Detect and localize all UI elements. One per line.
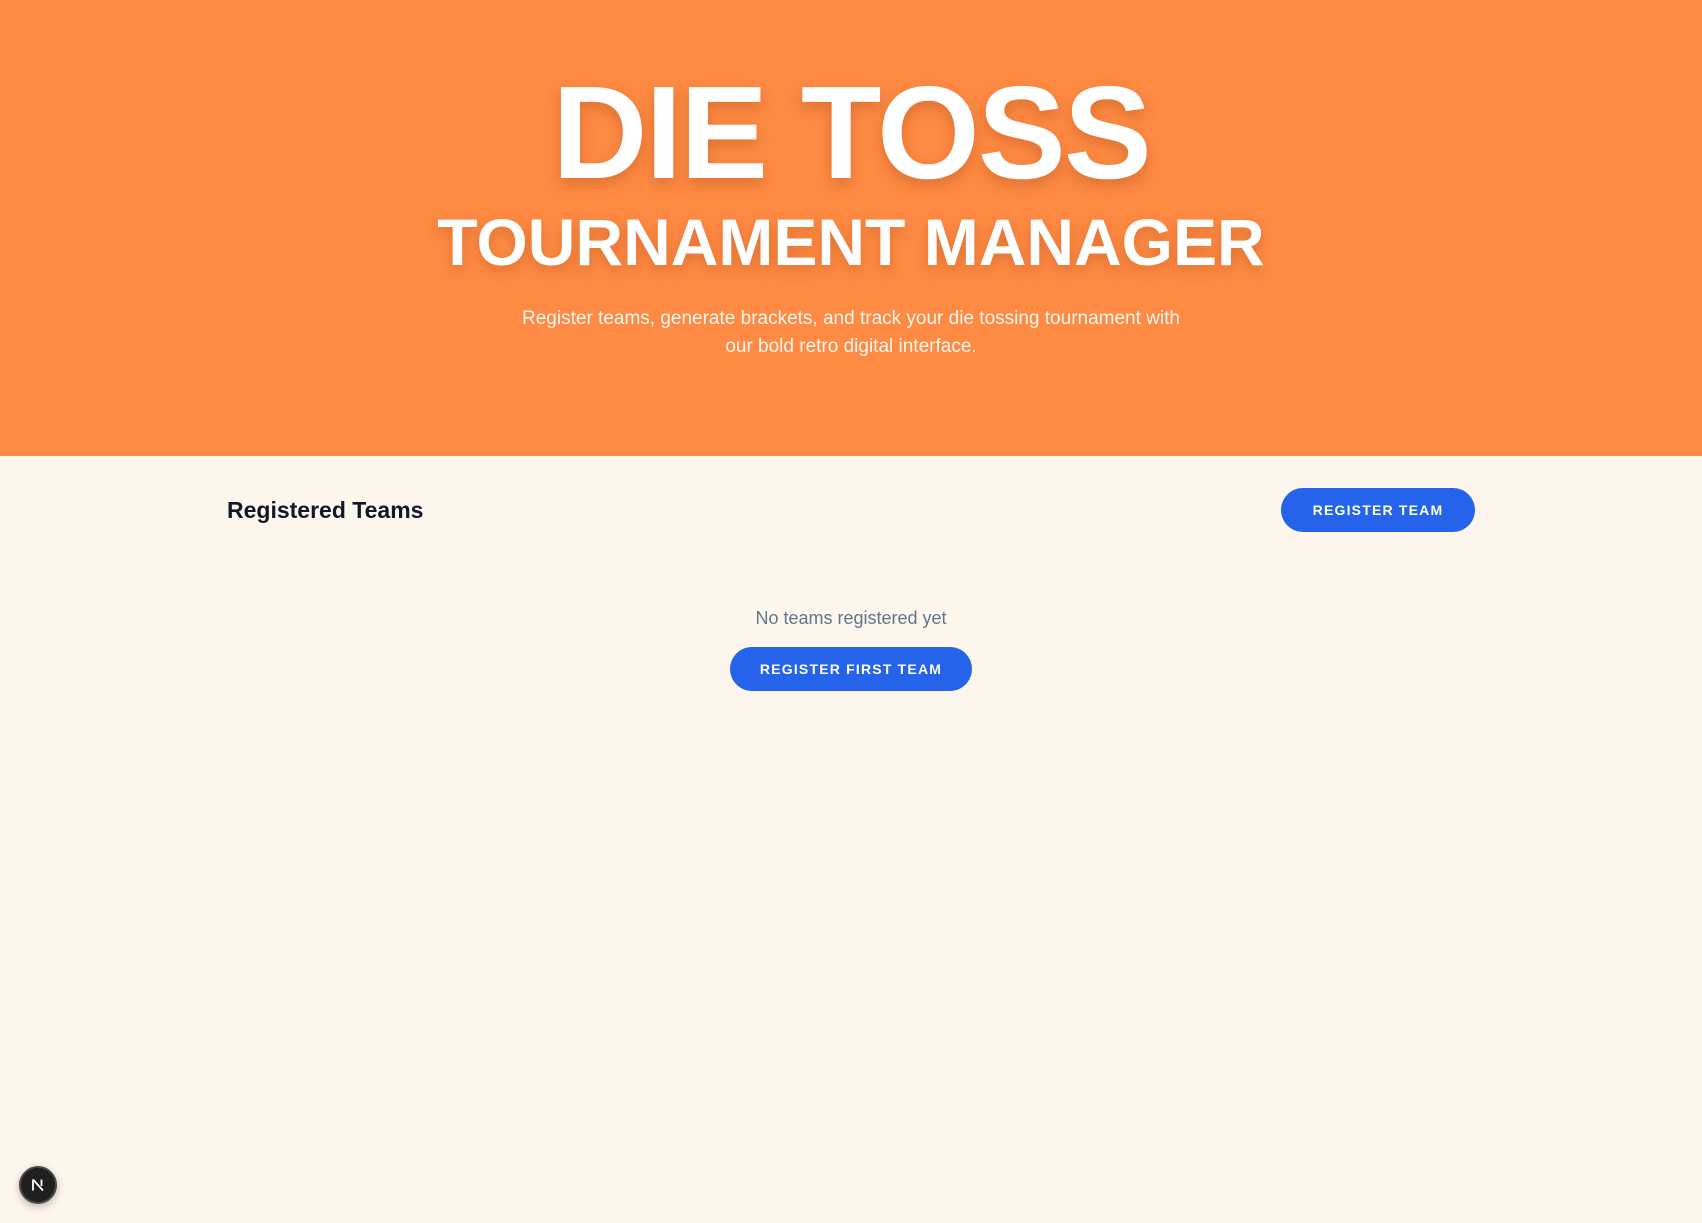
section-title: Registered Teams <box>227 497 424 523</box>
empty-state-message: No teams registered yet <box>755 608 947 628</box>
hero-description: Register teams, generate brackets, and t… <box>522 308 1180 357</box>
register-first-team-button[interactable]: REGISTER FIRST TEAM <box>730 647 972 691</box>
nextjs-dev-badge[interactable] <box>19 1166 57 1204</box>
register-team-button[interactable]: REGISTER TEAM <box>1281 488 1475 532</box>
empty-state: No teams registered yet REGISTER FIRST T… <box>0 606 1702 691</box>
hero-title: DIE TOSS <box>552 59 1152 206</box>
main-content: Registered Teams REGISTER TEAM No teams … <box>0 456 1702 1223</box>
nextjs-logo-icon <box>32 1178 44 1192</box>
hero-banner: DIE TOSS TOURNAMENT MANAGER Register tea… <box>0 0 1702 456</box>
teams-section-header: Registered Teams REGISTER TEAM <box>227 488 1475 532</box>
hero-subtitle: TOURNAMENT MANAGER <box>437 205 1265 279</box>
